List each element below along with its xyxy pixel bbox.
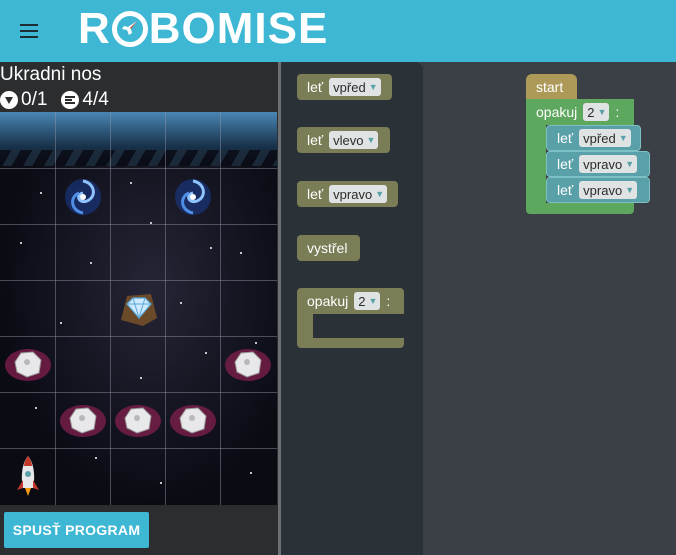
direction-dropdown[interactable]: vpravo ▼ xyxy=(329,185,388,203)
level-stats: 0/1 4/4 xyxy=(0,89,123,111)
workspace-fly-right-block[interactable]: leť vpravo ▼ xyxy=(546,151,650,177)
workspace-repeat-block[interactable]: opakuj 2 ▼ : leť vpřed ▼ leť vpravo ▼ leť v… xyxy=(526,99,650,214)
dropdown-arrow-icon: ▼ xyxy=(375,189,385,199)
dropdown-arrow-icon: ▼ xyxy=(368,82,378,92)
block-toolbox: leť vpřed ▼ leť vlevo ▼ leť vpravo ▼ vystře… xyxy=(281,62,423,555)
logo-letter: R xyxy=(78,4,111,53)
toolbox-repeat-block[interactable]: opakuj 2 ▼ : xyxy=(297,288,404,348)
blocks-counter-icon xyxy=(61,91,80,109)
diamond-counter-icon xyxy=(0,91,18,109)
diamond-counter: 0/1 xyxy=(0,89,47,111)
asteroid-icon xyxy=(165,393,220,448)
toolbox-fly-forward-block[interactable]: leť vpřed ▼ xyxy=(297,74,392,100)
rocket-logo-icon xyxy=(111,11,148,47)
rocket-icon xyxy=(0,449,55,504)
app-header: R BOMISE xyxy=(0,0,676,62)
workspace-fly-forward-block[interactable]: leť vpřed ▼ xyxy=(546,125,641,151)
robomise-logo[interactable]: R BOMISE xyxy=(78,4,329,53)
menu-icon[interactable] xyxy=(20,24,38,38)
diamond-count: 0/1 xyxy=(21,89,48,110)
wormhole-icon xyxy=(165,169,220,224)
space-horizon xyxy=(0,112,277,166)
program-workspace[interactable]: start opakuj 2 ▼ : leť vpřed ▼ leť vpravo ▼… xyxy=(423,62,676,555)
block-count: 4/4 xyxy=(82,89,109,110)
level-title: Ukradni nos xyxy=(0,64,102,85)
dropdown-arrow-icon: ▼ xyxy=(597,107,607,117)
direction-dropdown[interactable]: vpřed ▼ xyxy=(329,78,381,96)
block-counter: 4/4 xyxy=(61,89,109,111)
start-block[interactable]: start xyxy=(526,74,577,100)
asteroid-icon xyxy=(55,393,110,448)
dropdown-arrow-icon: ▼ xyxy=(625,159,635,169)
dropdown-arrow-icon: ▼ xyxy=(625,185,635,195)
toolbox-shoot-block[interactable]: vystřel xyxy=(297,235,360,261)
repeat-count-dropdown[interactable]: 2 ▼ xyxy=(354,292,381,310)
wormhole-icon xyxy=(55,169,110,224)
toolbox-fly-left-block[interactable]: leť vlevo ▼ xyxy=(297,127,390,153)
logo-text: BOMISE xyxy=(148,4,329,53)
diamond-icon xyxy=(110,281,165,336)
direction-dropdown[interactable]: vpravo ▼ xyxy=(579,181,638,199)
game-board xyxy=(0,112,277,505)
workspace-fly-right-block[interactable]: leť vpravo ▼ xyxy=(546,177,650,203)
dropdown-arrow-icon: ▼ xyxy=(368,296,378,306)
repeat-count-dropdown[interactable]: 2 ▼ xyxy=(583,103,610,121)
dropdown-arrow-icon: ▼ xyxy=(618,133,628,143)
asteroid-icon xyxy=(110,393,165,448)
asteroid-icon xyxy=(0,337,55,392)
direction-dropdown[interactable]: vpřed ▼ xyxy=(579,129,631,147)
direction-dropdown[interactable]: vlevo ▼ xyxy=(329,131,379,149)
dropdown-arrow-icon: ▼ xyxy=(366,135,376,145)
asteroid-icon xyxy=(220,337,275,392)
toolbox-fly-right-block[interactable]: leť vpravo ▼ xyxy=(297,181,398,207)
run-program-button[interactable]: SPUSŤ PROGRAM xyxy=(4,512,149,548)
direction-dropdown[interactable]: vpravo ▼ xyxy=(579,155,638,173)
